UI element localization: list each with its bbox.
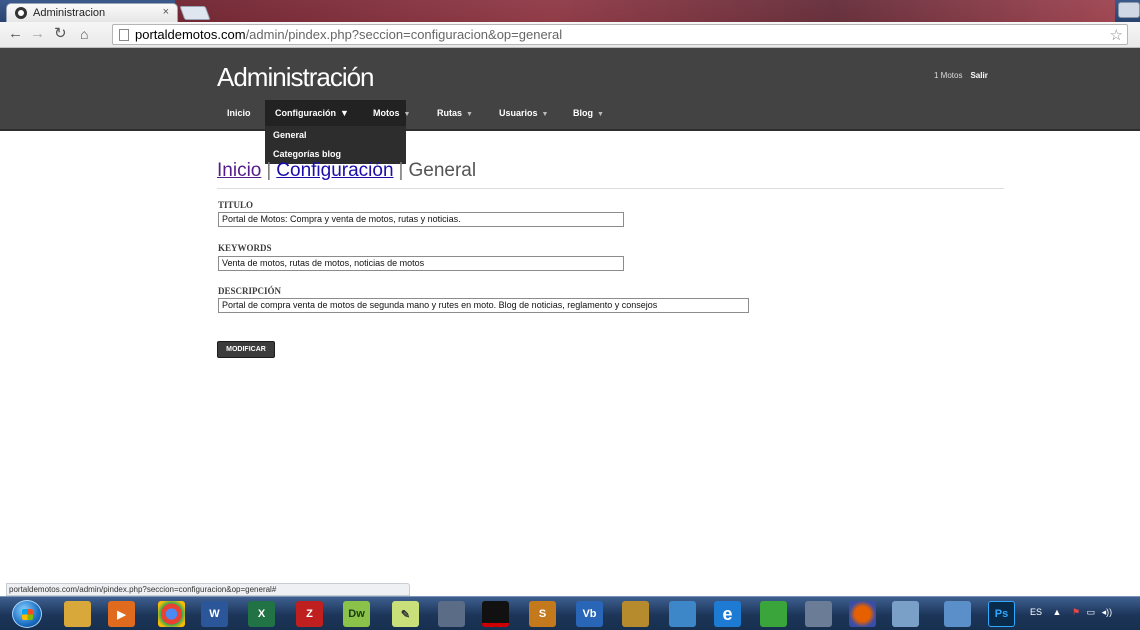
- word-icon[interactable]: W: [201, 601, 228, 627]
- nav-item-usuarios[interactable]: Usuarios ▼: [489, 100, 558, 126]
- windows-taskbar: ▶ W X Z Dw ✎ S Vb e Ps ES ▲ ⚑ ▭ ◂)): [0, 596, 1140, 630]
- browser-status-bar: portaldemotos.com/admin/pindex.php?secci…: [6, 583, 410, 596]
- nav-label: Blog: [573, 108, 593, 118]
- descripcion-input[interactable]: Portal de compra venta de motos de segun…: [218, 298, 749, 313]
- photoshop-icon[interactable]: Ps: [988, 601, 1015, 627]
- brush-icon[interactable]: [622, 601, 649, 627]
- window-control-button[interactable]: [1118, 2, 1140, 18]
- window-switcher-icon[interactable]: [944, 601, 971, 627]
- dropdown-caret-icon: ▼: [340, 108, 349, 118]
- address-bar[interactable]: portaldemotos.com/admin/pindex.php?secci…: [112, 24, 1128, 45]
- nav-label: Configuración: [275, 108, 336, 118]
- site-header: Administración 1 Motos Salir Inicio Confi…: [0, 48, 1140, 131]
- paint-icon[interactable]: [892, 601, 919, 627]
- dropdown-item-general[interactable]: General: [265, 126, 406, 145]
- tab-strip-background: [175, 0, 1115, 22]
- keywords-input[interactable]: Venta de motos, rutas de motos, noticias…: [218, 256, 624, 271]
- image-viewer-icon[interactable]: [805, 601, 832, 627]
- browser-toolbar: ← → ↻ ⌂ portaldemotos.com/admin/pindex.p…: [0, 22, 1140, 48]
- chrome-icon[interactable]: [158, 601, 185, 627]
- descripcion-label: DESCRIPCIÓN: [218, 286, 282, 296]
- nav-item-inicio[interactable]: Inicio: [217, 100, 261, 126]
- language-indicator[interactable]: ES: [1030, 607, 1042, 617]
- home-icon[interactable]: ⌂: [80, 25, 88, 43]
- configuracion-dropdown-menu: General Categorías blog: [265, 126, 406, 164]
- user-link[interactable]: 1 Motos: [934, 71, 962, 80]
- breadcrumb-current: General: [408, 160, 477, 181]
- breadcrumb-separator: |: [266, 160, 272, 181]
- firefox-icon[interactable]: [849, 601, 876, 627]
- browser-tab-strip: Administracion ×: [0, 0, 1140, 22]
- excel-icon[interactable]: X: [248, 601, 275, 627]
- dreamweaver-icon[interactable]: Dw: [343, 601, 370, 627]
- nav-label: Rutas: [437, 108, 463, 118]
- notepad-icon[interactable]: ✎: [392, 601, 419, 627]
- site-favicon-icon: [15, 7, 27, 19]
- media-player-icon[interactable]: ▶: [108, 601, 135, 627]
- nav-item-rutas[interactable]: Rutas ▼: [427, 100, 483, 126]
- browser-tab[interactable]: Administracion ×: [6, 3, 178, 22]
- windows-explorer-icon[interactable]: [64, 601, 91, 627]
- monitor-icon[interactable]: ▭: [1087, 607, 1096, 617]
- forward-arrow-icon[interactable]: →: [30, 25, 45, 43]
- dropdown-caret-icon: ▼: [466, 111, 473, 118]
- bookmark-star-icon[interactable]: ☆: [1110, 26, 1123, 44]
- nav-label: Usuarios: [499, 108, 538, 118]
- site-logo[interactable]: Administración: [217, 62, 375, 93]
- new-tab-button[interactable]: [179, 6, 211, 20]
- virtualbox-icon[interactable]: Vb: [576, 601, 603, 627]
- breadcrumb-link-inicio[interactable]: Inicio: [217, 160, 261, 181]
- logout-link[interactable]: Salir: [970, 71, 987, 80]
- nav-item-motos[interactable]: Motos ▼: [363, 100, 420, 126]
- terminal-icon[interactable]: [482, 601, 509, 627]
- system-tray: ES ▲ ⚑ ▭ ◂)): [1030, 607, 1112, 618]
- dropdown-caret-icon: ▼: [541, 111, 549, 118]
- nav-label: Motos: [373, 108, 400, 118]
- volume-icon[interactable]: ◂)): [1102, 607, 1113, 617]
- start-button-icon[interactable]: [12, 600, 42, 628]
- titulo-label: TITULO: [218, 200, 254, 210]
- breadcrumb-link-configuracion[interactable]: Configuración: [276, 160, 393, 181]
- back-arrow-icon[interactable]: ←: [8, 25, 23, 43]
- inkscape-icon[interactable]: [438, 601, 465, 627]
- sublime-icon[interactable]: S: [529, 601, 556, 627]
- breadcrumb-separator: |: [398, 160, 404, 181]
- breadcrumb: Inicio | Configuración | General: [217, 160, 476, 182]
- modificar-button[interactable]: MODIFICAR: [217, 341, 275, 358]
- tray-expand-icon[interactable]: ▲: [1053, 607, 1062, 617]
- url-path: /admin/pindex.php?seccion=configuracion&…: [245, 27, 563, 42]
- url-text: portaldemotos.com/admin/pindex.php?secci…: [135, 27, 562, 42]
- utorrent-icon[interactable]: [760, 601, 787, 627]
- divider: [217, 188, 1004, 189]
- filezilla-icon[interactable]: Z: [296, 601, 323, 627]
- keywords-label: KEYWORDS: [218, 243, 272, 253]
- url-host: portaldemotos.com: [135, 27, 246, 42]
- tab-title: Administracion: [33, 7, 106, 19]
- tab-close-icon[interactable]: ×: [163, 6, 169, 18]
- titulo-input[interactable]: Portal de Motos: Compra y venta de motos…: [218, 212, 624, 227]
- user-bar: 1 Motos Salir: [934, 71, 988, 80]
- page-icon: [119, 29, 129, 41]
- dropdown-caret-icon: ▼: [597, 111, 604, 118]
- internet-explorer-icon[interactable]: e: [714, 601, 741, 627]
- dropdown-caret-icon: ▼: [403, 111, 411, 118]
- nav-item-blog[interactable]: Blog ▼: [563, 100, 614, 126]
- network-icon[interactable]: [669, 601, 696, 627]
- nav-label: Inicio: [227, 108, 251, 118]
- network-status-icon[interactable]: ⚑: [1072, 607, 1080, 617]
- reload-icon[interactable]: ↻: [54, 25, 67, 43]
